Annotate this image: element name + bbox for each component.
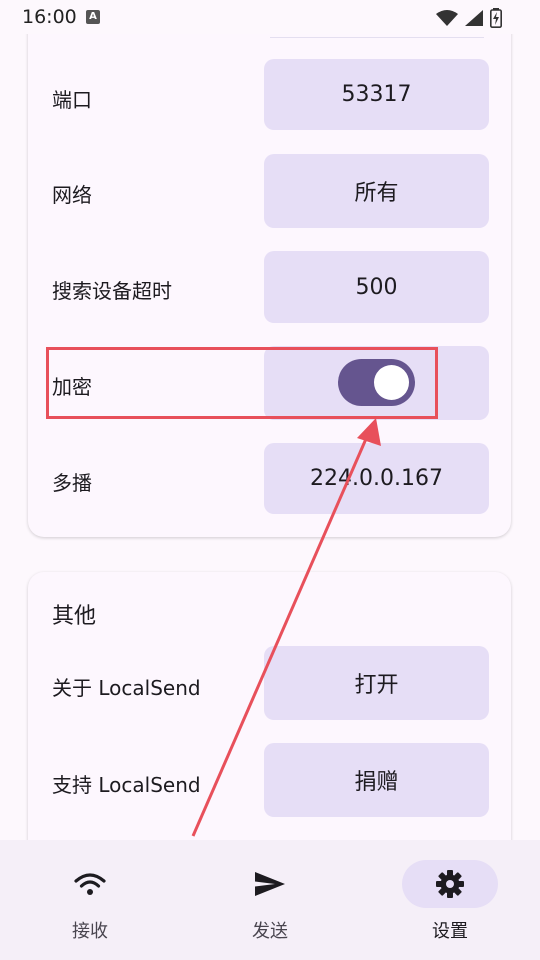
- support-label: 支持 LocalSend: [52, 773, 201, 797]
- other-section-title: 其他: [52, 604, 97, 629]
- port-label: 端口: [52, 88, 92, 112]
- wifi-icon: [436, 10, 458, 26]
- nav-receive-indicator: [42, 860, 138, 908]
- notification-icon: A: [86, 10, 100, 24]
- system-icons: [436, 7, 502, 29]
- about-open-button[interactable]: 打开: [264, 646, 489, 720]
- nav-send-indicator: [222, 860, 318, 908]
- status-bar: 16:00 A: [0, 0, 540, 34]
- donate-button[interactable]: 捐赠: [264, 743, 489, 817]
- bottom-navigation: 接收 发送 设置: [0, 840, 540, 960]
- settings-screen: 16:00 A 端口 53317 网络 所有 搜索设备超时 500 加密 多播 …: [0, 0, 540, 960]
- nav-send[interactable]: 发送: [210, 860, 330, 950]
- network-select-button[interactable]: 所有: [264, 154, 489, 228]
- highlight-box: [46, 347, 438, 419]
- nav-receive-label: 接收: [72, 921, 108, 942]
- wifi-icon: [74, 873, 106, 895]
- nav-settings[interactable]: 设置: [390, 860, 510, 950]
- port-field[interactable]: 53317: [264, 59, 489, 130]
- discovery-timeout-field[interactable]: 500: [264, 251, 489, 323]
- send-icon: [255, 872, 285, 896]
- discovery-timeout-label: 搜索设备超时: [52, 279, 172, 303]
- multicast-field[interactable]: 224.0.0.167: [264, 443, 489, 514]
- signal-icon: [465, 10, 483, 26]
- status-time: 16:00: [22, 6, 77, 28]
- network-label: 网络: [52, 183, 92, 207]
- nav-receive[interactable]: 接收: [30, 860, 150, 950]
- gear-icon: [436, 870, 464, 898]
- multicast-label: 多播: [52, 471, 92, 495]
- about-label: 关于 LocalSend: [52, 676, 201, 700]
- nav-send-label: 发送: [252, 921, 288, 942]
- nav-settings-indicator: [402, 860, 498, 908]
- battery-icon: [490, 8, 502, 28]
- nav-settings-label: 设置: [432, 921, 468, 942]
